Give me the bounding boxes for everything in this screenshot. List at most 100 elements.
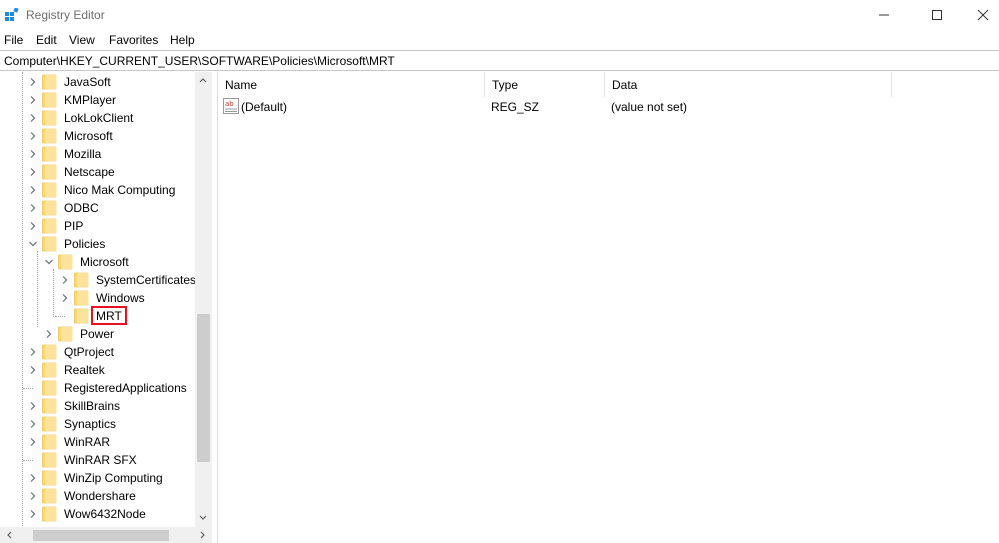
folder-icon [42, 236, 57, 252]
tree-item[interactable]: JavaSoft [0, 73, 195, 91]
folder-icon [42, 470, 57, 486]
chevron-right-icon[interactable] [28, 473, 38, 483]
tree-item-label: PIP [64, 219, 84, 233]
tree-item[interactable]: Policies [0, 235, 195, 253]
menu-file[interactable]: File [4, 33, 23, 47]
folder-icon [42, 488, 57, 504]
reg-sz-icon: ab [223, 98, 239, 114]
menu-edit[interactable]: Edit [36, 33, 57, 47]
tree-item[interactable]: RegisteredApplications [0, 379, 195, 397]
tree-item[interactable]: WinRAR [0, 433, 195, 451]
tree-item[interactable]: Realtek [0, 361, 195, 379]
chevron-right-icon[interactable] [44, 329, 54, 339]
tree-item-label: WinZip Computing [64, 471, 163, 485]
folder-icon [42, 182, 57, 198]
chevron-right-icon[interactable] [60, 293, 70, 303]
chevron-right-icon[interactable] [28, 77, 38, 87]
tree-item[interactable]: WinZip Computing [0, 469, 195, 487]
tree-item[interactable]: WinRAR SFX [0, 451, 195, 469]
tree-item[interactable]: KMPlayer [0, 91, 195, 109]
menu-help[interactable]: Help [170, 33, 195, 47]
tree-vertical-scrollbar[interactable] [195, 72, 212, 527]
values-list-pane[interactable]: Name Type Data ab (Default) REG_SZ (valu… [218, 72, 999, 543]
close-button[interactable] [960, 0, 999, 30]
horizontal-scroll-thumb[interactable] [33, 530, 169, 541]
chevron-right-icon[interactable] [28, 95, 38, 105]
tree-item[interactable]: Windows [0, 289, 195, 307]
key-tree-pane[interactable]: JavaSoft KMPlayer LokLokClient Microsoft Moz… [0, 72, 212, 543]
tree-item-label: ODBC [64, 201, 99, 215]
tree-item-label: WinRAR [64, 435, 111, 449]
tree-item[interactable]: Nico Mak Computing [0, 181, 195, 199]
chevron-down-icon[interactable] [44, 257, 54, 267]
tree-item[interactable]: Wondershare [0, 487, 195, 505]
chevron-right-icon[interactable] [28, 437, 38, 447]
chevron-right-icon[interactable] [28, 365, 38, 375]
tree-item-label: Nico Mak Computing [64, 183, 176, 197]
vertical-scroll-thumb[interactable] [197, 314, 210, 462]
title-bar: Registry Editor [0, 0, 999, 30]
tree-item[interactable]: PIP [0, 217, 195, 235]
tree-item[interactable]: LokLokClient [0, 109, 195, 127]
tree-item[interactable]: SkillBrains [0, 397, 195, 415]
tree-item[interactable]: QtProject [0, 343, 195, 361]
tree-item-label: Netscape [64, 165, 115, 179]
tree-item[interactable]: Netscape [0, 163, 195, 181]
tree-item-label: LokLokClient [64, 111, 134, 125]
column-header-data[interactable]: Data [605, 72, 892, 97]
scroll-up-icon[interactable] [198, 75, 208, 85]
tree-item-label: Wondershare [64, 489, 136, 503]
folder-icon [42, 164, 57, 180]
tree-item[interactable]: MRT [0, 306, 195, 325]
tree-item-label: Windows [96, 291, 145, 305]
folder-icon [42, 146, 57, 162]
column-header-type[interactable]: Type [485, 72, 605, 97]
folder-icon [42, 92, 57, 108]
scroll-right-icon[interactable] [198, 530, 208, 540]
tree-item[interactable]: Power [0, 325, 195, 343]
tree-item[interactable]: Wow6432Node [0, 505, 195, 523]
chevron-right-icon[interactable] [28, 347, 38, 357]
folder-icon [42, 380, 57, 396]
tree-item[interactable]: Synaptics [0, 415, 195, 433]
tree-item[interactable]: Mozilla [0, 145, 195, 163]
tree-item-label: Microsoft [80, 255, 129, 269]
folder-icon [74, 272, 89, 288]
chevron-right-icon[interactable] [28, 221, 38, 231]
menu-favorites[interactable]: Favorites [109, 33, 158, 47]
tree-item-label: Policies [64, 237, 106, 251]
chevron-right-icon[interactable] [28, 509, 38, 519]
chevron-right-icon[interactable] [60, 275, 70, 285]
tree-item-label: RegisteredApplications [64, 381, 187, 395]
column-header-name[interactable]: Name [218, 72, 485, 97]
tree-item-label: SkillBrains [64, 399, 121, 413]
chevron-down-icon[interactable] [28, 239, 38, 249]
maximize-button[interactable] [914, 0, 960, 30]
chevron-right-icon[interactable] [28, 113, 38, 123]
tree-horizontal-scrollbar[interactable] [0, 527, 212, 543]
folder-icon [74, 308, 89, 324]
tree-item-label: Mozilla [64, 147, 102, 161]
folder-icon [58, 254, 73, 270]
tree-item-label: Power [80, 327, 115, 341]
selected-key-highlight [91, 306, 127, 325]
tree-item[interactable]: SystemCertificates [0, 271, 196, 289]
chevron-right-icon[interactable] [28, 401, 38, 411]
chevron-right-icon[interactable] [28, 149, 38, 159]
tree-item[interactable]: Microsoft [0, 253, 195, 271]
address-bar[interactable]: Computer\HKEY_CURRENT_USER\SOFTWARE\Poli… [0, 50, 999, 71]
chevron-right-icon[interactable] [28, 203, 38, 213]
chevron-right-icon[interactable] [28, 185, 38, 195]
tree-item[interactable]: ODBC [0, 199, 195, 217]
address-path: Computer\HKEY_CURRENT_USER\SOFTWARE\Poli… [4, 54, 395, 68]
chevron-right-icon[interactable] [28, 419, 38, 429]
chevron-right-icon[interactable] [28, 491, 38, 501]
tree-item[interactable]: Microsoft [0, 127, 195, 145]
menu-view[interactable]: View [69, 33, 95, 47]
chevron-right-icon[interactable] [28, 167, 38, 177]
minimize-button[interactable] [861, 0, 907, 30]
tree-item-label: WinRAR SFX [64, 453, 137, 467]
scroll-left-icon[interactable] [4, 530, 14, 540]
scroll-down-icon[interactable] [198, 513, 208, 523]
chevron-right-icon[interactable] [28, 131, 38, 141]
